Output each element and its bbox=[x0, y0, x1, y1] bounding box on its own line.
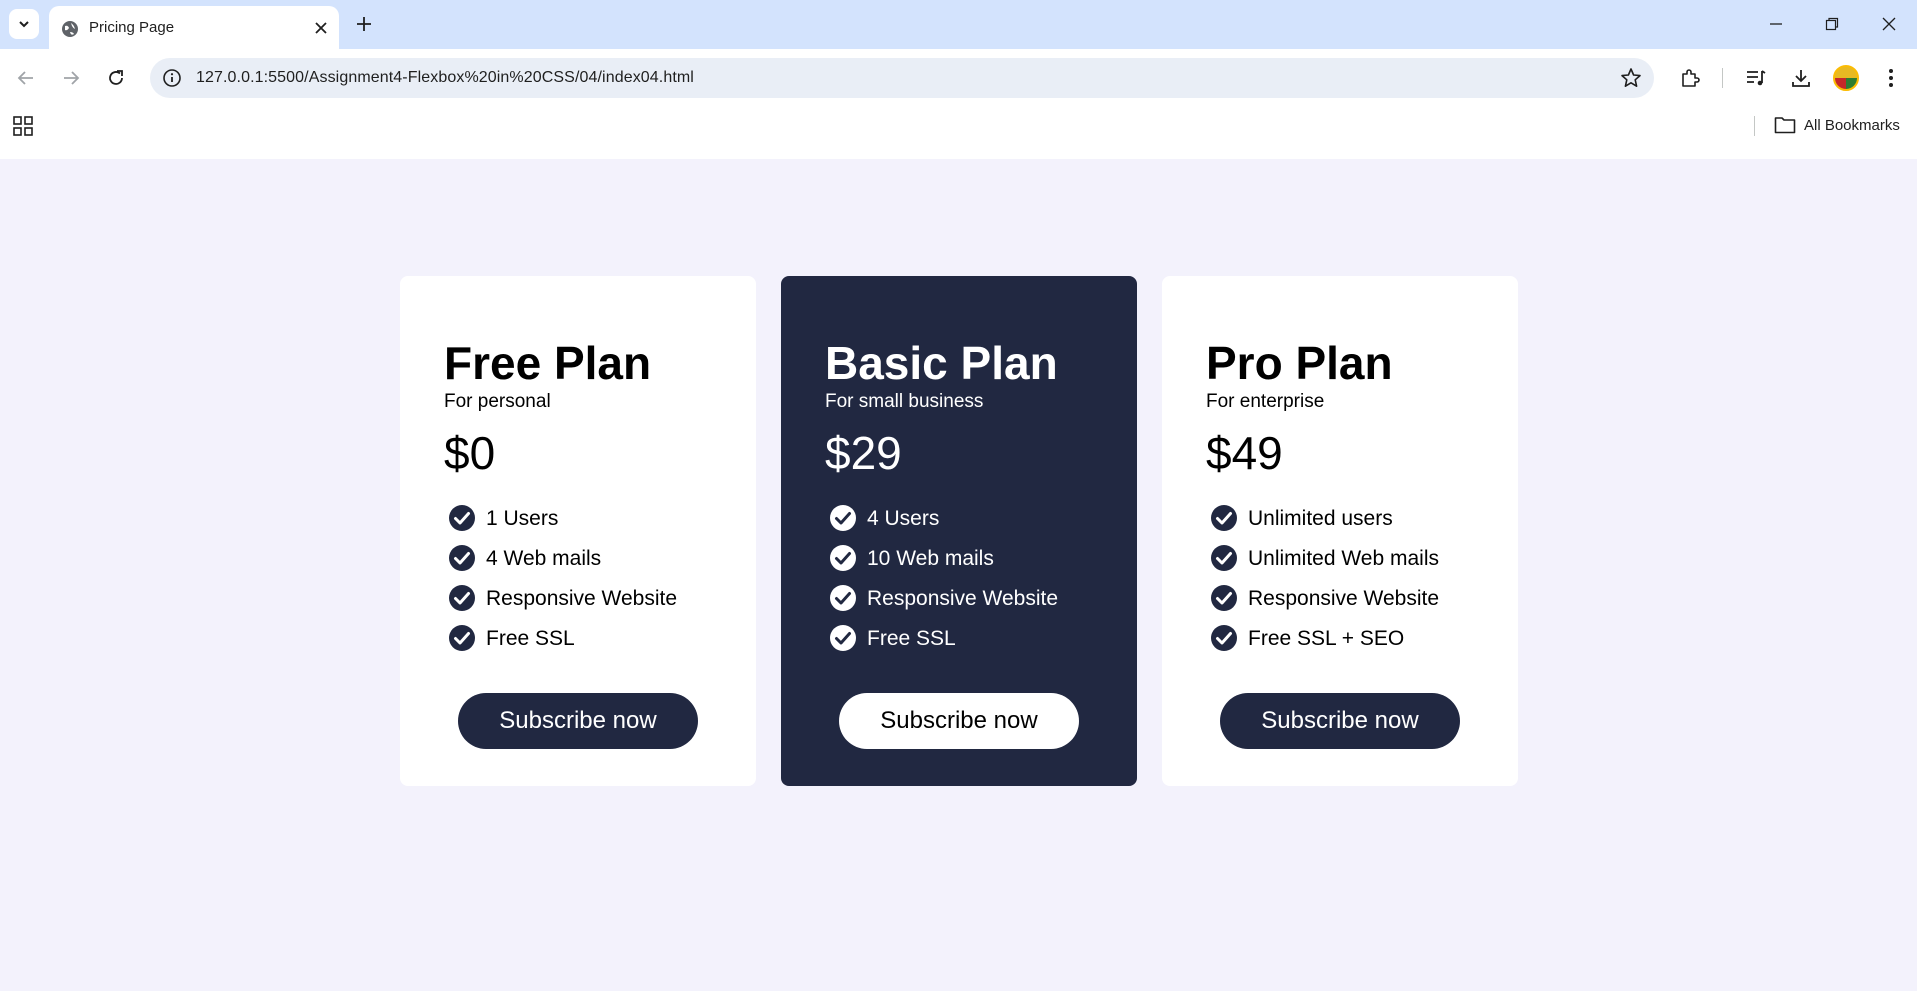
all-bookmarks-link[interactable]: All Bookmarks bbox=[1804, 117, 1900, 134]
download-icon bbox=[1792, 70, 1810, 87]
feature-text: Unlimited users bbox=[1248, 506, 1393, 530]
check-circle-icon bbox=[449, 585, 475, 611]
restore-icon bbox=[1825, 17, 1839, 31]
feature-item: Responsive Website bbox=[1210, 578, 1439, 618]
minimize-icon bbox=[1770, 23, 1782, 25]
puzzle-icon bbox=[1682, 69, 1700, 87]
plan-title: Basic Plan bbox=[825, 337, 1058, 389]
feature-item: 1 Users bbox=[448, 498, 677, 538]
arrow-right-icon bbox=[64, 71, 80, 85]
feature-item: 4 Web mails bbox=[448, 538, 677, 578]
plan-subtitle: For small business bbox=[825, 391, 984, 412]
check-circle-icon bbox=[1211, 585, 1237, 611]
plus-icon bbox=[357, 17, 371, 31]
plan-title: Free Plan bbox=[444, 337, 652, 389]
restore-button[interactable] bbox=[1818, 12, 1846, 36]
new-tab-button[interactable] bbox=[352, 12, 376, 36]
feature-text: 10 Web mails bbox=[867, 546, 994, 570]
check-circle-icon bbox=[830, 505, 856, 531]
feature-list: Unlimited users Unlimited Web mails Resp… bbox=[1210, 498, 1439, 658]
feature-text: 4 Web mails bbox=[486, 546, 602, 570]
subscribe-button[interactable]: Subscribe now bbox=[1220, 693, 1460, 749]
close-icon bbox=[1882, 17, 1896, 31]
feature-item: Unlimited users bbox=[1210, 498, 1439, 538]
arrow-left-icon bbox=[17, 71, 33, 85]
feature-text: Free SSL bbox=[486, 626, 575, 650]
feature-item: Free SSL + SEO bbox=[1210, 618, 1439, 658]
feature-text: Free SSL + SEO bbox=[1248, 626, 1405, 650]
check-circle-icon bbox=[1211, 505, 1237, 531]
pricing-page: Free Plan For personal $0 1 Users 4 Web … bbox=[0, 159, 1917, 991]
check-circle-icon bbox=[830, 625, 856, 651]
check-circle-icon bbox=[1211, 545, 1237, 571]
feature-item: 10 Web mails bbox=[829, 538, 1058, 578]
feature-text: Responsive Website bbox=[1248, 586, 1440, 610]
forward-button[interactable] bbox=[55, 62, 87, 94]
check-circle-icon bbox=[449, 625, 475, 651]
reload-button[interactable] bbox=[100, 62, 132, 94]
feature-item: Responsive Website bbox=[829, 578, 1058, 618]
feature-item: Unlimited Web mails bbox=[1210, 538, 1439, 578]
feature-text: 4 Users bbox=[867, 506, 940, 530]
plan-card-basic: Basic Plan For small business $29 4 User… bbox=[781, 276, 1137, 786]
more-vertical-icon bbox=[1889, 69, 1893, 87]
minimize-button[interactable] bbox=[1762, 12, 1790, 36]
feature-list: 1 Users 4 Web mails Responsive Website F… bbox=[448, 498, 677, 658]
plan-subtitle: For personal bbox=[444, 391, 551, 412]
feature-list: 4 Users 10 Web mails Responsive Website … bbox=[829, 498, 1058, 658]
feature-text: Free SSL bbox=[867, 626, 956, 650]
feature-item: Free SSL bbox=[448, 618, 677, 658]
plan-card-pro: Pro Plan For enterprise $49 Unlimited us… bbox=[1162, 276, 1518, 786]
back-button[interactable] bbox=[10, 62, 42, 94]
media-queue-icon bbox=[1747, 70, 1766, 86]
tab-strip: Pricing Page bbox=[0, 0, 1917, 49]
plan-price: $0 bbox=[444, 427, 496, 479]
chevron-down-icon bbox=[19, 21, 29, 28]
tab-title: Pricing Page bbox=[89, 19, 175, 36]
plan-subtitle: For enterprise bbox=[1206, 391, 1325, 412]
check-circle-icon bbox=[1211, 625, 1237, 651]
plan-price: $29 bbox=[825, 427, 902, 479]
reload-icon bbox=[109, 70, 123, 85]
browser-menu-button[interactable] bbox=[1875, 62, 1907, 94]
profile-avatar[interactable] bbox=[1833, 65, 1859, 91]
feature-text: Responsive Website bbox=[867, 586, 1059, 610]
feature-text: 1 Users bbox=[486, 506, 559, 530]
tab-search-button[interactable] bbox=[9, 9, 39, 39]
browser-toolbar: 127.0.0.1:5500/Assignment4-Flexbox%20in%… bbox=[0, 49, 1917, 159]
feature-item: Responsive Website bbox=[448, 578, 677, 618]
folder-icon[interactable] bbox=[1774, 115, 1796, 135]
plan-card-free: Free Plan For personal $0 1 Users 4 Web … bbox=[400, 276, 756, 786]
feature-text: Responsive Website bbox=[486, 586, 678, 610]
media-controls-button[interactable] bbox=[1740, 62, 1772, 94]
extensions-button[interactable] bbox=[1674, 62, 1706, 94]
plan-price: $49 bbox=[1206, 427, 1283, 479]
toolbar-divider bbox=[1722, 68, 1723, 88]
subscribe-button[interactable]: Subscribe now bbox=[839, 693, 1079, 749]
active-tab[interactable]: Pricing Page bbox=[49, 6, 339, 49]
feature-text: Unlimited Web mails bbox=[1248, 546, 1439, 570]
plan-title: Pro Plan bbox=[1206, 337, 1393, 389]
close-window-button[interactable] bbox=[1875, 12, 1903, 36]
feature-item: Free SSL bbox=[829, 618, 1058, 658]
check-circle-icon bbox=[830, 545, 856, 571]
globe-icon bbox=[62, 21, 78, 37]
check-circle-icon bbox=[830, 585, 856, 611]
address-bar[interactable]: 127.0.0.1:5500/Assignment4-Flexbox%20in%… bbox=[150, 58, 1654, 98]
url-text[interactable]: 127.0.0.1:5500/Assignment4-Flexbox%20in%… bbox=[196, 69, 694, 87]
apps-grid-icon[interactable] bbox=[12, 115, 34, 137]
star-icon[interactable] bbox=[1620, 67, 1642, 89]
close-tab-button[interactable] bbox=[311, 18, 331, 38]
close-icon bbox=[315, 22, 327, 34]
check-circle-icon bbox=[449, 545, 475, 571]
feature-item: 4 Users bbox=[829, 498, 1058, 538]
bookmarks-divider bbox=[1754, 116, 1755, 136]
downloads-button[interactable] bbox=[1785, 62, 1817, 94]
check-circle-icon bbox=[449, 505, 475, 531]
subscribe-button[interactable]: Subscribe now bbox=[458, 693, 698, 749]
info-icon[interactable] bbox=[162, 68, 182, 88]
